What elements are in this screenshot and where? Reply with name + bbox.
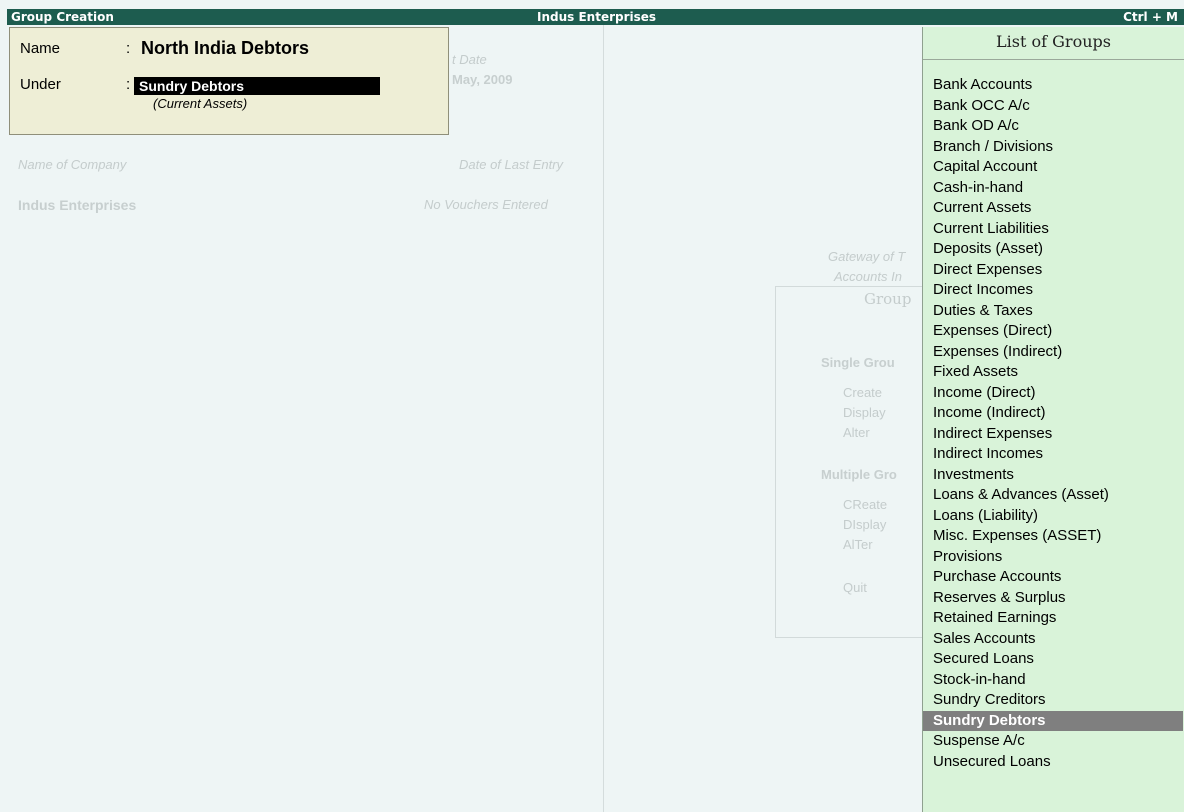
under-label: Under bbox=[20, 76, 61, 93]
group-creation-form: Name : North India Debtors Under : Sundr… bbox=[9, 27, 449, 135]
group-list-item[interactable]: Retained Earnings bbox=[923, 608, 1183, 629]
group-list-item[interactable]: Misc. Expenses (ASSET) bbox=[923, 526, 1183, 547]
group-list-item[interactable]: Secured Loans bbox=[923, 649, 1183, 670]
company-row-name[interactable]: Indus Enterprises bbox=[18, 197, 136, 213]
group-list-item[interactable]: Indirect Incomes bbox=[923, 444, 1183, 465]
title-bar: Group Creation Indus Enterprises Ctrl + … bbox=[7, 9, 1184, 25]
group-list-item[interactable]: Investments bbox=[923, 465, 1183, 486]
shortcut-hint: Ctrl + M bbox=[1123, 10, 1178, 24]
group-list-item[interactable]: Cash-in-hand bbox=[923, 178, 1183, 199]
menu-create[interactable]: Create bbox=[843, 385, 882, 400]
group-list-item[interactable]: Suspense A/c bbox=[923, 731, 1183, 752]
group-menu-title: Group bbox=[864, 290, 912, 308]
single-group-heading: Single Grou bbox=[821, 355, 895, 370]
group-list-item[interactable]: Sundry Creditors bbox=[923, 690, 1183, 711]
group-list-item[interactable]: Expenses (Direct) bbox=[923, 321, 1183, 342]
group-list-item[interactable]: Purchase Accounts bbox=[923, 567, 1183, 588]
gateway-line1: Gateway of T bbox=[828, 249, 906, 264]
group-list-item[interactable]: Bank OD A/c bbox=[923, 116, 1183, 137]
group-list-item[interactable]: Current Liabilities bbox=[923, 219, 1183, 240]
under-parent-group: (Current Assets) bbox=[153, 96, 248, 111]
menu-multi-alter[interactable]: AlTer bbox=[843, 537, 873, 552]
group-list-item[interactable]: Bank Accounts bbox=[923, 75, 1183, 96]
group-list-item[interactable]: Unsecured Loans bbox=[923, 752, 1183, 773]
menu-quit[interactable]: Quit bbox=[843, 580, 867, 595]
group-list-item[interactable]: Direct Incomes bbox=[923, 280, 1183, 301]
group-list-item[interactable]: Stock-in-hand bbox=[923, 670, 1183, 691]
col-last-entry-header: Date of Last Entry bbox=[459, 157, 564, 172]
group-list-item[interactable]: Capital Account bbox=[923, 157, 1183, 178]
group-list-item[interactable]: Income (Direct) bbox=[923, 383, 1183, 404]
period-label: t Date bbox=[452, 52, 487, 67]
group-list-item[interactable]: Reserves & Surplus bbox=[923, 588, 1183, 609]
group-list-item[interactable]: Duties & Taxes bbox=[923, 301, 1183, 322]
under-colon: : bbox=[126, 76, 131, 93]
group-list: Bank Accounts Bank OCC A/c Bank OD A/c Bran… bbox=[923, 75, 1183, 772]
name-label: Name bbox=[20, 40, 61, 57]
company-row-entries: No Vouchers Entered bbox=[424, 197, 548, 212]
group-list-item[interactable]: Indirect Expenses bbox=[923, 424, 1183, 445]
name-colon: : bbox=[126, 40, 131, 57]
group-list-item[interactable]: Current Assets bbox=[923, 198, 1183, 219]
group-list-item[interactable]: Deposits (Asset) bbox=[923, 239, 1183, 260]
multiple-group-heading: Multiple Gro bbox=[821, 467, 897, 482]
group-list-item[interactable]: Sales Accounts bbox=[923, 629, 1183, 650]
group-list-item[interactable]: Bank OCC A/c bbox=[923, 96, 1183, 117]
menu-alter[interactable]: Alter bbox=[843, 425, 870, 440]
period-value: May, 2009 bbox=[452, 72, 513, 87]
group-list-item[interactable]: Loans (Liability) bbox=[923, 506, 1183, 527]
company-title: Indus Enterprises bbox=[537, 10, 657, 24]
menu-multi-create[interactable]: CReate bbox=[843, 497, 887, 512]
group-list-item[interactable]: Branch / Divisions bbox=[923, 137, 1183, 158]
col-company-header: Name of Company bbox=[18, 157, 127, 172]
menu-multi-display[interactable]: DIsplay bbox=[843, 517, 886, 532]
group-list-item[interactable]: Sundry Debtors bbox=[923, 710, 1183, 731]
group-list-item[interactable]: Expenses (Indirect) bbox=[923, 342, 1183, 363]
list-title: List of Groups bbox=[923, 27, 1184, 60]
group-list-item[interactable]: Provisions bbox=[923, 547, 1183, 568]
under-field[interactable]: Sundry Debtors bbox=[134, 77, 380, 95]
name-field[interactable]: North India Debtors bbox=[141, 38, 309, 59]
group-list-item[interactable]: Fixed Assets bbox=[923, 362, 1183, 383]
divider bbox=[603, 25, 604, 812]
list-of-groups-panel: List of Groups Bank Accounts Bank OCC A/c… bbox=[922, 27, 1184, 812]
group-list-item[interactable]: Direct Expenses bbox=[923, 260, 1183, 281]
screen-title: Group Creation bbox=[11, 10, 114, 24]
group-list-item[interactable]: Income (Indirect) bbox=[923, 403, 1183, 424]
menu-display[interactable]: Display bbox=[843, 405, 886, 420]
group-list-item[interactable]: Loans & Advances (Asset) bbox=[923, 485, 1183, 506]
gateway-line2: Accounts In bbox=[834, 269, 902, 284]
